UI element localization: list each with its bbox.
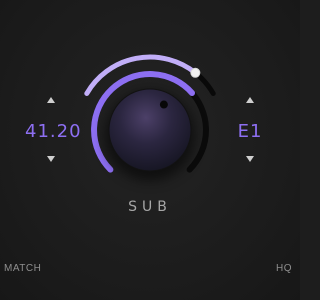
knob-stage [84, 54, 216, 181]
plugin-panel: 41.20 E1 SUB MATCH HQ [0, 0, 300, 300]
hq-label[interactable]: HQ [276, 263, 292, 274]
secondary-arc-handle[interactable] [190, 67, 201, 78]
left-value-display[interactable]: 41.20 [25, 121, 81, 142]
right-up-arrow-icon[interactable] [246, 97, 254, 103]
left-up-arrow-icon[interactable] [47, 97, 55, 103]
right-down-arrow-icon[interactable] [246, 156, 254, 162]
left-down-arrow-icon[interactable] [47, 156, 55, 162]
knob-label: SUB [128, 199, 172, 215]
right-value-display[interactable]: E1 [232, 121, 268, 142]
knob-indicator [159, 100, 168, 109]
match-label[interactable]: MATCH [4, 263, 41, 274]
main-knob[interactable] [108, 88, 192, 172]
